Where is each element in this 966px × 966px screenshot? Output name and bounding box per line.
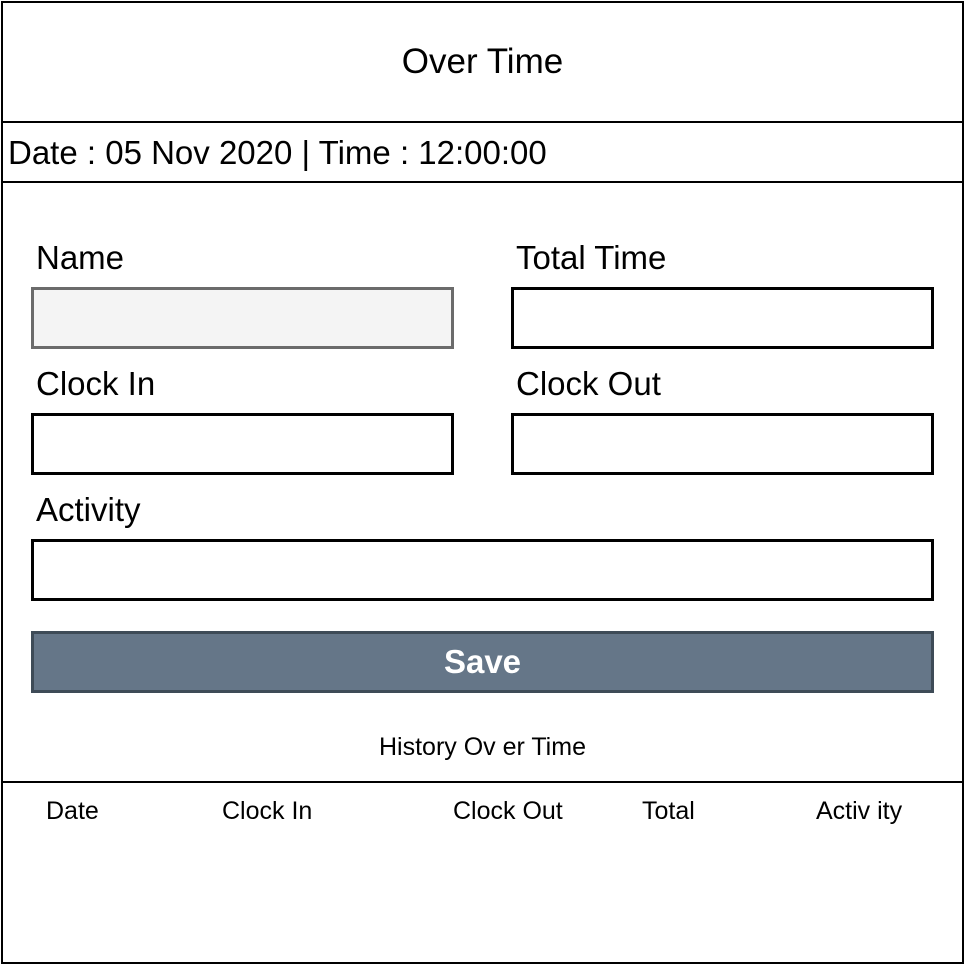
clock-out-field[interactable] (511, 413, 934, 475)
column-header-clock-out: Clock Out (453, 797, 563, 825)
total-time-label: Total Time (516, 239, 667, 276)
column-header-activity: Activ ity (816, 797, 903, 825)
activity-label: Activity (36, 491, 141, 528)
clock-in-field[interactable] (31, 413, 454, 475)
name-label: Name (36, 239, 125, 276)
save-button[interactable]: Save (31, 631, 934, 693)
column-header-date: Date (46, 797, 99, 825)
datetime-divider (3, 181, 962, 183)
overtime-panel: Over Time Date : 05 Nov 2020 | Time : 12… (1, 1, 964, 964)
column-header-total: Total (642, 797, 695, 825)
history-divider (3, 781, 962, 783)
activity-field[interactable] (31, 539, 934, 601)
clock-in-label: Clock In (36, 365, 156, 402)
history-title: History Ov er Time (379, 733, 586, 761)
total-time-field[interactable] (511, 287, 934, 349)
clock-out-label: Clock Out (516, 365, 661, 402)
page-title: Over Time (401, 42, 564, 81)
column-header-clock-in: Clock In (222, 797, 313, 825)
date-time-display: Date : 05 Nov 2020 | Time : 12:00:00 (8, 134, 547, 171)
header-divider (3, 121, 962, 123)
name-field[interactable] (31, 287, 454, 349)
